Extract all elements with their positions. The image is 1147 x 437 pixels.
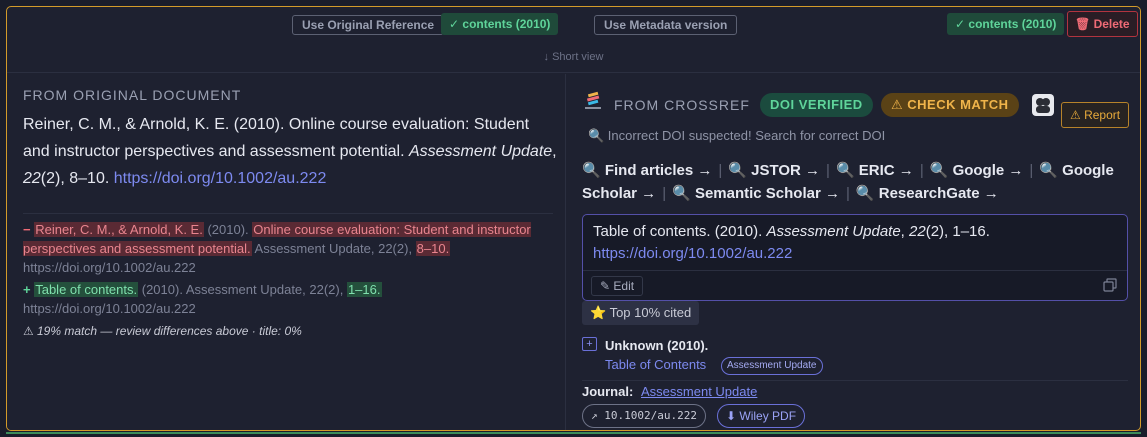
- original-doi-link[interactable]: https://doi.org/10.1002/au.222: [114, 170, 327, 187]
- card-issue-pages: (2), 1–16.: [925, 223, 990, 240]
- added-url: https://doi.org/10.1002/au.222: [23, 301, 196, 316]
- reference-volume: 22: [23, 170, 41, 187]
- crossref-reference-text: Table of contents. (2010). Assessment Up…: [593, 221, 1113, 265]
- card-journal: Assessment Update: [766, 223, 901, 240]
- diff-added-line: + Table of contents. (2010). Assessment …: [23, 280, 553, 318]
- citation-author-year: Unknown (2010).: [605, 338, 709, 353]
- removed-pages: 8–10.: [415, 241, 451, 256]
- original-document-panel: FROM ORIGINAL DOCUMENT Reiner, C. M., & …: [7, 74, 565, 430]
- original-reference-text: Reiner, C. M., & Arnold, K. E. (2010). O…: [23, 111, 559, 192]
- search-link-jstor[interactable]: 🔍 JSTOR →: [728, 162, 820, 179]
- search-link-researchgate[interactable]: 🔍 ResearchGate →: [856, 185, 999, 202]
- doi-chip[interactable]: ↗ 10.1002/au.222: [582, 404, 706, 428]
- top-cited-badge: ⭐ Top 10% cited: [582, 301, 700, 325]
- removed-year: (2010).: [203, 222, 253, 237]
- added-pages: 1–16.: [346, 282, 382, 297]
- separator: |: [846, 185, 850, 202]
- added-rest: (2010). Assessment Update, 22(2),: [138, 282, 347, 297]
- crossref-doi-link[interactable]: https://doi.org/10.1002/au.222: [593, 245, 792, 262]
- card-volume: 22: [909, 223, 926, 240]
- crossref-reference-card: Table of contents. (2010). Assessment Up…: [582, 214, 1128, 301]
- match-warning: ⚠ 19% match — review differences above ·…: [23, 324, 302, 338]
- search-link-google[interactable]: 🔍 Google →: [930, 162, 1024, 179]
- reference-journal: Assessment Update: [408, 143, 553, 160]
- added-title: Table of contents.: [34, 282, 139, 297]
- original-section-title: FROM ORIGINAL DOCUMENT: [23, 87, 242, 103]
- edit-button[interactable]: ✎ Edit: [591, 276, 644, 296]
- user-avatar-icon: [1036, 98, 1050, 113]
- search-link-find-articles[interactable]: 🔍 Find articles →: [582, 162, 712, 179]
- card-divider: [583, 270, 1127, 271]
- doi-verified-badge: DOI VERIFIED: [760, 93, 873, 117]
- incorrect-doi-search-link[interactable]: 🔍 Incorrect DOI suspected! Search for co…: [588, 128, 885, 144]
- search-link-eric[interactable]: 🔍 ERIC →: [836, 162, 914, 179]
- journal-tag: Assessment Update: [721, 357, 823, 375]
- avatar[interactable]: [1032, 94, 1054, 116]
- crossref-logo-icon: [585, 91, 601, 109]
- removed-authors: Reiner, C. M., & Arnold, K. E.: [34, 222, 204, 237]
- use-metadata-version-button[interactable]: Use Metadata version: [594, 15, 738, 35]
- separator: |: [826, 162, 830, 179]
- reference-card: Use Original Reference ✓ contents (2010)…: [6, 6, 1141, 431]
- added-marker: +: [23, 282, 31, 297]
- action-bar: Use Original Reference ✓ contents (2010)…: [7, 7, 1140, 45]
- metadata-match-badge: ✓ contents (2010): [947, 13, 1065, 35]
- diff-removed-line: − Reiner, C. M., & Arnold, K. E. (2010).…: [23, 220, 553, 277]
- short-view-toggle[interactable]: ↓ Short view: [7, 45, 1140, 73]
- crossref-section-title: FROM CROSSREF: [614, 97, 750, 113]
- reference-separator: ,: [552, 143, 557, 160]
- reference-issue-pages: (2), 8–10.: [40, 170, 114, 187]
- journal-label: Journal:: [582, 384, 634, 399]
- separator: |: [1029, 162, 1034, 179]
- check-match-badge: ⚠ CHECK MATCH: [881, 93, 1019, 117]
- removed-journal: Assessment Update, 22(2),: [251, 241, 416, 256]
- crossref-panel: FROM CROSSREF DOI VERIFIED ⚠ CHECK MATCH…: [566, 74, 1140, 430]
- removed-url: https://doi.org/10.1002/au.222: [23, 260, 196, 275]
- wiley-pdf-button[interactable]: ⬇ Wiley PDF: [717, 404, 806, 428]
- report-button[interactable]: ⚠ Report: [1061, 102, 1130, 128]
- use-original-reference-button[interactable]: Use Original Reference: [292, 15, 445, 35]
- original-match-badge: ✓ contents (2010): [441, 13, 559, 35]
- removed-marker: −: [23, 222, 31, 237]
- separator: |: [718, 162, 723, 179]
- separator: |: [662, 185, 667, 202]
- divider: [23, 213, 553, 214]
- table-of-contents-link[interactable]: Table of Contents: [605, 357, 706, 372]
- next-card-edge: [6, 432, 1141, 437]
- separator: |: [919, 162, 924, 179]
- search-link-semantic-scholar[interactable]: 🔍 Semantic Scholar →: [672, 185, 840, 202]
- card-separator: ,: [900, 223, 910, 240]
- card-main-text: Table of contents. (2010).: [593, 223, 767, 240]
- expand-plus-icon[interactable]: +: [582, 337, 597, 351]
- search-links: 🔍 Find articles → | 🔍 JSTOR → | 🔍 ERIC → | 🔍 G…: [582, 159, 1132, 205]
- copy-icon[interactable]: [1103, 278, 1117, 292]
- divider: [582, 380, 1128, 381]
- journal-link[interactable]: Assessment Update: [641, 384, 757, 399]
- delete-button[interactable]: 🗑 Delete: [1067, 11, 1138, 37]
